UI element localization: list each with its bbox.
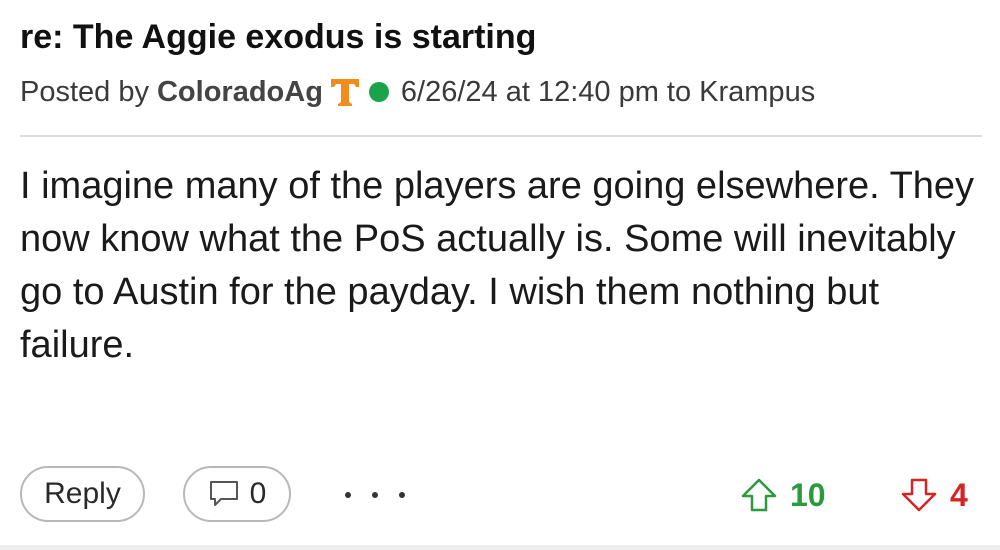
tennessee-t-logo-icon — [329, 76, 361, 108]
reply-to-label[interactable]: to Krampus — [667, 76, 815, 109]
more-dot — [399, 492, 405, 498]
more-options-button[interactable] — [345, 478, 405, 512]
post-timestamp: 6/26/24 at 12:40 pm — [400, 75, 659, 108]
author-name[interactable]: ColoradoAg — [157, 76, 323, 109]
reply-button[interactable]: Reply — [20, 466, 145, 522]
post-title: re: The Aggie exodus is starting — [20, 18, 537, 56]
post-meta: Posted by ColoradoAg 6/26/24 at 12:40 pm… — [20, 72, 815, 112]
upvote-arrow-icon — [741, 478, 777, 512]
upvote-button[interactable]: 10 — [740, 472, 826, 518]
downvote-count: 4 — [950, 476, 968, 513]
divider — [20, 135, 982, 137]
comment-icon — [209, 481, 238, 506]
post-body: I imagine many of the players are going … — [20, 165, 975, 366]
upvote-count: 10 — [790, 476, 826, 513]
reply-button-label: Reply — [44, 477, 121, 510]
more-dot — [372, 492, 378, 498]
comment-count: 0 — [249, 477, 267, 510]
online-status-dot — [368, 82, 389, 102]
downvote-button[interactable]: 4 — [900, 472, 968, 518]
downvote-arrow-icon — [901, 478, 937, 512]
bottom-separator — [0, 545, 1000, 550]
comment-button[interactable]: 0 — [183, 466, 291, 522]
more-dot — [345, 492, 351, 498]
posted-by-label: Posted by — [20, 75, 149, 108]
